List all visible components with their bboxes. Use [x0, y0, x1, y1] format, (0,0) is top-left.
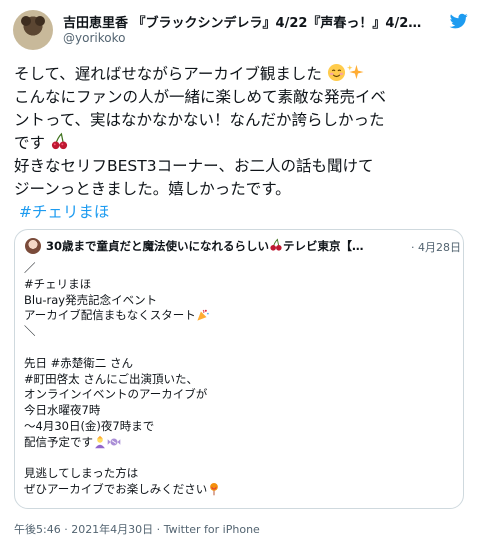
quote-line: 見逃してしまった方は [24, 466, 139, 481]
avatar-ear-left [21, 16, 31, 26]
tweet-body: そして、遅ればせながらアーカイブ観ました こんなにファンの人が一緒に楽しめて素敵… [14, 63, 466, 224]
author-handle[interactable]: @yorikoko [63, 31, 125, 45]
quote-line: 先日 #赤楚衛二 さん [24, 355, 133, 370]
cherries-icon [270, 238, 282, 251]
quote-line: ぜひアーカイブでお楽しみください [24, 482, 454, 498]
footer-separator: · [153, 523, 164, 536]
cherries-icon [51, 132, 68, 150]
tweet-line: そして、遅ればせながらアーカイブ観ました [14, 63, 466, 86]
candy-icon [107, 438, 121, 446]
tweet-footer: 午後5:46 · 2021年4月30日 · Twitter for iPhone [14, 521, 260, 537]
quote-line: 今日水曜夜7時 [24, 403, 101, 418]
quote-line: Blu-ray発売記念イベント [24, 292, 158, 307]
quote-line: 配信予定です [24, 435, 454, 451]
quote-line: ＼ [24, 324, 36, 339]
quote-line: アーカイブ配信まもなくスタート [24, 308, 454, 324]
tweet-line: です [14, 132, 466, 155]
tweet-line-text: そして、遅ればせながらアーカイブ観ました [14, 65, 322, 83]
hashtag-link[interactable]: #チェリまほ [19, 203, 110, 221]
tweet-timestamp[interactable]: 午後5:46 · 2021年4月30日 [14, 523, 153, 536]
tweet-line: #チェリまほ [14, 201, 466, 224]
lollipop-icon [210, 483, 219, 496]
smiling-face-icon [327, 63, 345, 82]
tweet-line-text: です [14, 134, 46, 152]
tweet: 吉田恵里香 『ブラックシンデレラ』4/22『声春っ！』4/28放送『30歳まで童… [0, 0, 478, 547]
avatar[interactable] [13, 10, 53, 50]
quoted-body: ／ #チェリまほ Blu-ray発売記念イベント アーカイブ配信まもなくスタート… [24, 261, 454, 498]
quote-line: ～4月30日(金)夜7時まで [24, 418, 155, 433]
quote-line-text: ぜひアーカイブでお楽しみください [24, 482, 208, 497]
quoted-avatar [25, 238, 41, 254]
quoted-author-name-text: 30歳まで童貞だと魔法使いになれるらしい [46, 239, 270, 253]
tweet-line: ントって、実はなかなかない！なんだか誇らしかった [14, 111, 385, 129]
quoted-tweet[interactable]: 30歳まで童貞だと魔法使いになれるらしい テレビ東京【… · 4月28日 ／ #… [14, 229, 464, 509]
tweet-source[interactable]: Twitter for iPhone [164, 523, 260, 536]
tweet-line: 好きなセリフBEST3コーナー、お二人の話も聞けて [14, 157, 374, 175]
quoted-date[interactable]: · 4月28日 [411, 239, 461, 255]
quote-line: #町田啓太 さんにご出演頂いた、 [24, 371, 199, 386]
person-icon [95, 435, 105, 449]
avatar-ear-right [35, 16, 45, 26]
tweet-line: ジーンっときました。嬉しかったです。 [14, 180, 291, 198]
party-popper-icon [197, 310, 209, 321]
author-name[interactable]: 吉田恵里香 『ブラックシンデレラ』4/22『声春っ！』4/28放送『30歳まで童… [63, 12, 423, 31]
quoted-author-name: 30歳まで童貞だと魔法使いになれるらしい テレビ東京【… [46, 238, 410, 254]
tweet-line: こんなにファンの人が一緒に楽しめて素敵な発売イベ [14, 88, 387, 106]
quote-line: ／ [24, 261, 36, 275]
quote-line: #チェリまほ [24, 276, 92, 291]
sparkles-icon [346, 64, 364, 80]
quote-line [24, 340, 454, 356]
quoted-author-suffix: テレビ東京【… [283, 239, 364, 253]
quote-line [24, 451, 454, 467]
quote-line: オンラインイベントのアーカイブが [24, 387, 208, 402]
quote-line-text: アーカイブ配信まもなくスタート [24, 308, 196, 323]
twitter-bird-icon[interactable] [449, 12, 469, 30]
quote-line-text: 配信予定です [24, 434, 93, 449]
